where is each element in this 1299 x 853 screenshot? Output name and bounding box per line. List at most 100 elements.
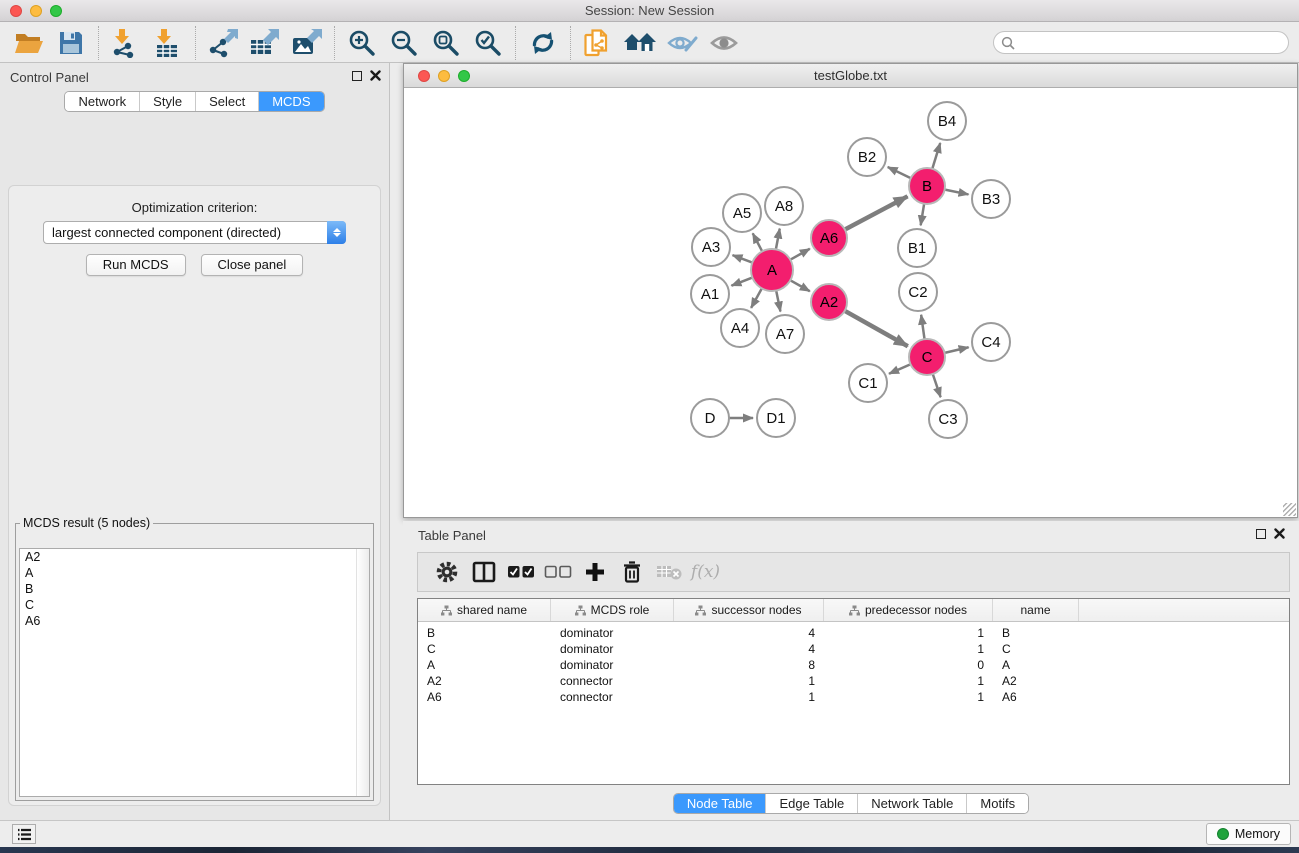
select-all-checkboxes-icon[interactable] xyxy=(502,556,539,588)
close-panel-button[interactable]: Close panel xyxy=(201,254,304,276)
zoom-in-icon[interactable] xyxy=(341,26,383,60)
cell-name[interactable]: C xyxy=(993,641,1079,657)
mcds-result-item[interactable]: A xyxy=(20,565,369,581)
cell-predecessor-nodes[interactable]: 1 xyxy=(824,689,993,705)
cell-shared-name[interactable]: A2 xyxy=(418,673,551,689)
table-row[interactable]: Cdominator41C xyxy=(418,641,1289,657)
table-settings-gear-icon[interactable] xyxy=(428,556,465,588)
graph-node-C2[interactable]: C2 xyxy=(898,272,938,312)
graph-node-A5[interactable]: A5 xyxy=(722,193,762,233)
zoom-fit-icon[interactable] xyxy=(425,26,467,60)
cell-shared-name[interactable]: C xyxy=(418,641,551,657)
graph-edge-B-B3[interactable] xyxy=(944,189,969,194)
cell-name[interactable]: A2 xyxy=(993,673,1079,689)
cell-successor-nodes[interactable]: 8 xyxy=(674,657,824,673)
cell-name[interactable]: A6 xyxy=(993,689,1079,705)
graph-edge-A2-C[interactable] xyxy=(844,310,908,346)
cell-predecessor-nodes[interactable]: 1 xyxy=(824,673,993,689)
graph-edge-B-B1[interactable] xyxy=(921,203,925,226)
graph-node-C[interactable]: C xyxy=(908,338,946,376)
graph-edge-A-A4[interactable] xyxy=(751,288,762,308)
graph-node-D[interactable]: D xyxy=(690,398,730,438)
graph-node-A1[interactable]: A1 xyxy=(690,274,730,314)
cell-MCDS-role[interactable]: dominator xyxy=(551,641,674,657)
show-all-eye-icon[interactable] xyxy=(703,26,745,60)
run-mcds-button[interactable]: Run MCDS xyxy=(86,254,186,276)
network-close-button[interactable] xyxy=(418,70,430,82)
table-row[interactable]: A2connector11A2 xyxy=(418,673,1289,689)
graph-edge-A-A6[interactable] xyxy=(789,249,809,260)
graph-edge-A-A3[interactable] xyxy=(733,255,754,263)
tab-network-table[interactable]: Network Table xyxy=(858,794,967,813)
cell-successor-nodes[interactable]: 4 xyxy=(674,625,824,641)
tab-motifs[interactable]: Motifs xyxy=(967,794,1028,813)
graph-edge-C-C1[interactable] xyxy=(889,364,911,374)
cell-name[interactable]: B xyxy=(993,625,1079,641)
tab-mcds[interactable]: MCDS xyxy=(259,92,323,111)
graph-edge-C-C4[interactable] xyxy=(944,347,969,353)
graph-edge-A-A8[interactable] xyxy=(776,229,780,251)
refresh-icon[interactable] xyxy=(522,26,564,60)
tab-style[interactable]: Style xyxy=(140,92,196,111)
close-table-panel-icon[interactable] xyxy=(1274,528,1285,539)
hide-selected-eye-icon[interactable] xyxy=(661,26,703,60)
tab-edge-table[interactable]: Edge Table xyxy=(766,794,858,813)
close-window-button[interactable] xyxy=(10,5,22,17)
zoom-out-icon[interactable] xyxy=(383,26,425,60)
close-panel-icon[interactable] xyxy=(370,70,381,81)
cell-MCDS-role[interactable]: connector xyxy=(551,673,674,689)
graph-node-A6[interactable]: A6 xyxy=(810,219,848,257)
graph-edge-A-A2[interactable] xyxy=(789,280,809,291)
graph-edge-A6-B[interactable] xyxy=(844,196,908,230)
export-table-icon[interactable] xyxy=(244,26,286,60)
graph-node-A7[interactable]: A7 xyxy=(765,314,805,354)
cell-shared-name[interactable]: B xyxy=(418,625,551,641)
graph-node-B4[interactable]: B4 xyxy=(927,101,967,141)
network-minimize-button[interactable] xyxy=(438,70,450,82)
cell-shared-name[interactable]: A6 xyxy=(418,689,551,705)
network-zoom-button[interactable] xyxy=(458,70,470,82)
home-view-icon[interactable] xyxy=(619,26,661,60)
deselect-all-checkboxes-icon[interactable] xyxy=(539,556,576,588)
graph-node-B3[interactable]: B3 xyxy=(971,179,1011,219)
cell-successor-nodes[interactable]: 1 xyxy=(674,673,824,689)
float-table-panel-icon[interactable] xyxy=(1256,529,1266,539)
float-panel-icon[interactable] xyxy=(352,71,362,81)
graph-node-A8[interactable]: A8 xyxy=(764,186,804,226)
graph-node-A[interactable]: A xyxy=(750,248,794,292)
memory-button[interactable]: Memory xyxy=(1206,823,1291,845)
graph-node-C1[interactable]: C1 xyxy=(848,363,888,403)
import-network-icon[interactable] xyxy=(105,26,147,60)
graph-edge-B-B4[interactable] xyxy=(932,143,940,170)
add-column-icon[interactable] xyxy=(576,556,613,588)
mcds-result-item[interactable]: A6 xyxy=(20,613,369,629)
delete-column-trash-icon[interactable] xyxy=(613,556,650,588)
graph-node-A3[interactable]: A3 xyxy=(691,227,731,267)
network-canvas[interactable]: B4B2BB3A5A8A6A3AB1A1A2C2A4A7C4CC1C3DD1 xyxy=(404,89,1297,517)
column-header-shared-name[interactable]: shared name xyxy=(418,599,551,621)
resize-grip-icon[interactable] xyxy=(1283,503,1296,516)
graph-edge-C-C2[interactable] xyxy=(921,315,925,340)
graph-edge-C-C3[interactable] xyxy=(932,373,940,397)
table-row[interactable]: A6connector11A6 xyxy=(418,689,1289,705)
tab-node-table[interactable]: Node Table xyxy=(674,794,767,813)
search-input[interactable] xyxy=(1015,33,1288,52)
export-network-icon[interactable] xyxy=(202,26,244,60)
export-image-icon[interactable] xyxy=(286,26,328,60)
cell-successor-nodes[interactable]: 4 xyxy=(674,641,824,657)
mcds-result-item[interactable]: C xyxy=(20,597,369,613)
mcds-result-item[interactable]: A2 xyxy=(20,549,369,565)
result-list-scrollbar[interactable] xyxy=(356,549,369,796)
column-header-MCDS-role[interactable]: MCDS role xyxy=(551,599,674,621)
save-icon[interactable] xyxy=(50,26,92,60)
graph-edge-B-B2[interactable] xyxy=(888,167,912,179)
mcds-result-item[interactable]: B xyxy=(20,581,369,597)
graph-node-A4[interactable]: A4 xyxy=(720,308,760,348)
cell-name[interactable]: A xyxy=(993,657,1079,673)
tab-select[interactable]: Select xyxy=(196,92,259,111)
cell-MCDS-role[interactable]: connector xyxy=(551,689,674,705)
graph-node-B[interactable]: B xyxy=(908,167,946,205)
cell-MCDS-role[interactable]: dominator xyxy=(551,625,674,641)
zoom-window-button[interactable] xyxy=(50,5,62,17)
cell-shared-name[interactable]: A xyxy=(418,657,551,673)
